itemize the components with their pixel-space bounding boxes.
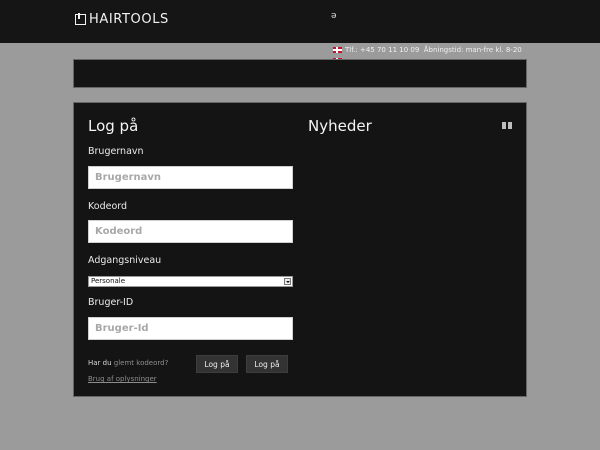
hairtools-logo[interactable]: HAIRTOOLS (75, 12, 169, 27)
pause-bar-right (508, 122, 512, 129)
opening-hours: Åbningstid: man-fre kl. 8-20 (423, 46, 522, 54)
username-label: Brugernavn (88, 146, 144, 157)
denmark-flag-icon (333, 47, 342, 53)
chevron-down-icon[interactable] (284, 278, 291, 285)
pause-bar-left (502, 122, 506, 129)
terms-link[interactable]: Brug af oplysninger (88, 375, 157, 383)
phone-number: Tlf.: +45 70 11 10 09 (345, 46, 420, 54)
access-level-value: Personale (91, 277, 126, 285)
forgot-password-prefix: Har du (88, 359, 112, 367)
username-input[interactable] (88, 166, 293, 189)
top-glyph-icon: ǝ (331, 11, 337, 21)
news-heading: Nyheder (308, 117, 372, 135)
logo-text: HAIRTOOLS (89, 12, 169, 27)
top-bar: HAIRTOOLS ǝ (0, 0, 600, 43)
contact-info: Tlf.: +45 70 11 10 09 Åbningstid: man-fr… (333, 45, 533, 56)
access-level-label: Adgangsniveau (88, 255, 162, 266)
login-heading: Log på (88, 117, 139, 135)
login-button-primary[interactable]: Log på (196, 355, 238, 373)
logo-mark-icon (75, 13, 86, 25)
access-level-select[interactable]: Personale (88, 276, 293, 287)
password-input[interactable] (88, 220, 293, 243)
user-id-label: Bruger-ID (88, 297, 134, 308)
forgot-password-link[interactable]: glemt kodeord? (114, 359, 169, 367)
user-id-input[interactable] (88, 317, 293, 340)
login-button-secondary[interactable]: Log på (246, 355, 288, 373)
password-label: Kodeord (88, 201, 128, 212)
pause-icon[interactable] (502, 122, 513, 131)
forgot-password-text: Har du glemt kodeord? (88, 359, 168, 367)
navigation-bar (73, 59, 527, 88)
